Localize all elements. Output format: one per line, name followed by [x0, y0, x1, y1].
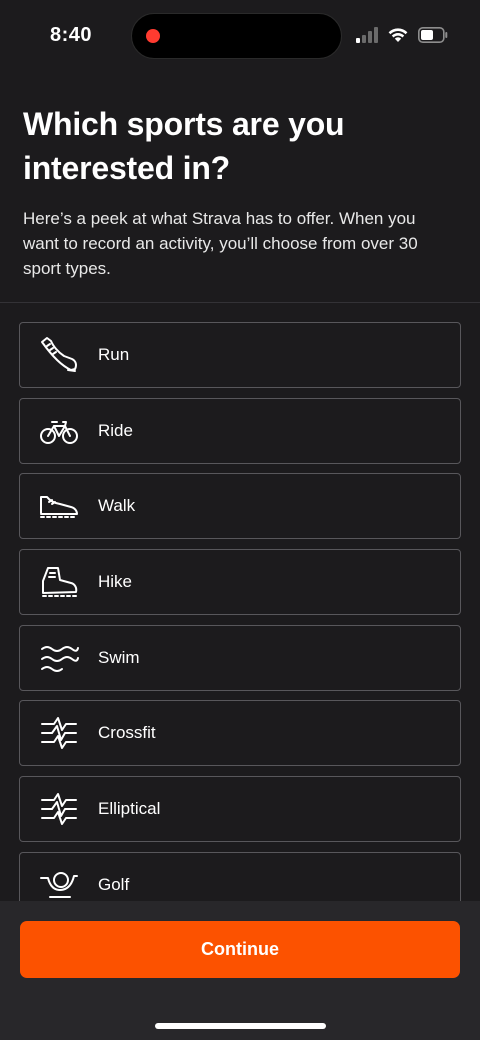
sport-item-label: Elliptical	[98, 799, 161, 819]
elliptical-icon	[38, 788, 80, 830]
dynamic-island	[131, 13, 342, 59]
hiking-boot-icon	[38, 561, 80, 603]
wifi-icon	[387, 26, 409, 43]
sport-item-label: Ride	[98, 420, 133, 440]
header: Which sports are you interested in? Here…	[23, 102, 453, 281]
waves-icon	[38, 637, 80, 679]
bicycle-icon	[38, 410, 80, 452]
status-icons	[356, 26, 448, 43]
recording-indicator	[146, 29, 160, 43]
sport-item-label: Walk	[98, 496, 136, 516]
crossfit-icon	[38, 712, 80, 754]
sport-item-label: Crossfit	[98, 723, 156, 743]
sport-list: Run Ride Walk Hike Swim Crossfit Ellipti…	[19, 322, 461, 928]
page-title: Which sports are you interested in?	[23, 106, 345, 186]
sport-item-swim[interactable]: Swim	[19, 624, 461, 691]
sport-item-label: Swim	[98, 647, 140, 667]
sport-item-ride[interactable]: Ride	[19, 397, 461, 464]
sport-item-crossfit[interactable]: Crossfit	[19, 700, 461, 767]
sport-item-hike[interactable]: Hike	[19, 549, 461, 616]
walking-shoe-icon	[38, 485, 80, 527]
home-indicator[interactable]	[155, 1023, 326, 1029]
sport-item-walk[interactable]: Walk	[19, 473, 461, 540]
sport-item-run[interactable]: Run	[19, 322, 461, 388]
sport-item-label: Hike	[98, 572, 133, 592]
battery-icon	[418, 26, 448, 43]
running-shoe-icon	[38, 334, 80, 376]
sport-item-label: Golf	[98, 874, 130, 894]
golf-icon	[38, 864, 80, 906]
page-subtitle: Here’s a peek at what Strava has to offe…	[23, 209, 418, 278]
bottom-panel: Continue	[0, 901, 480, 1040]
status-bar: 8:40	[0, 0, 480, 72]
continue-button[interactable]: Continue	[20, 921, 460, 978]
sport-item-elliptical[interactable]: Elliptical	[19, 776, 461, 843]
sport-item-label: Run	[98, 345, 130, 364]
status-time: 8:40	[50, 24, 93, 46]
header-divider	[0, 302, 480, 303]
signal-icon	[356, 26, 378, 43]
